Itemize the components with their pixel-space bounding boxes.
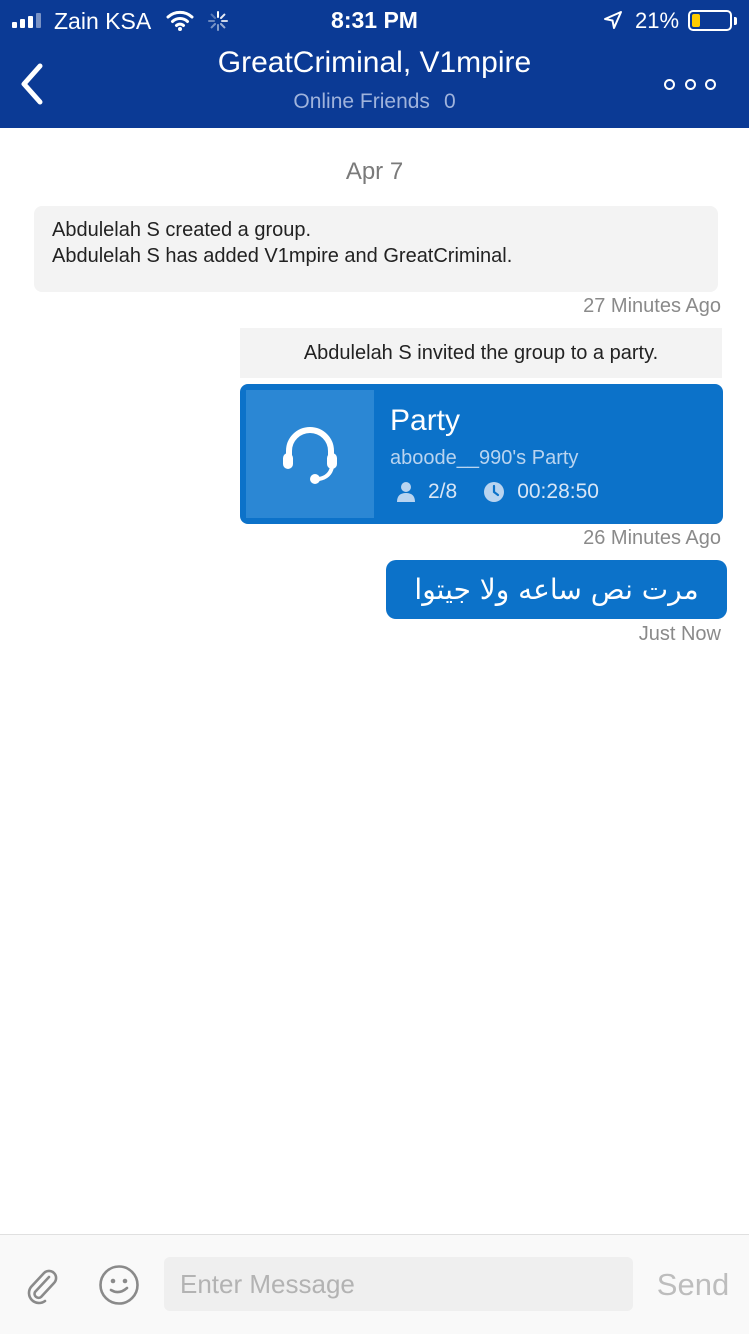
system-message-line: Abdulelah S has added V1mpire and GreatC… bbox=[52, 245, 513, 267]
headset-icon bbox=[283, 427, 337, 484]
party-thumbnail bbox=[246, 390, 374, 518]
online-friends-count: 0 bbox=[443, 90, 456, 113]
conversation-title: GreatCriminal, V1mpire bbox=[217, 46, 532, 79]
more-icon-dot bbox=[664, 78, 675, 90]
party-title: Party bbox=[390, 404, 461, 437]
outgoing-message: مرت نص ساعه ولا جيتوا bbox=[386, 560, 727, 619]
party-host: aboode__990's Party bbox=[390, 447, 579, 469]
emoji-button[interactable] bbox=[98, 1264, 140, 1306]
party-invite-note: Abdulelah S invited the group to a party… bbox=[240, 328, 722, 378]
more-button[interactable] bbox=[664, 74, 716, 94]
message-input[interactable] bbox=[164, 1257, 633, 1311]
battery-percent: 21% bbox=[635, 8, 680, 33]
chat-screen: Zain KSA 8:31 PM 21% GreatCriminal, V1mp… bbox=[0, 0, 749, 1334]
header: Zain KSA 8:31 PM 21% GreatCriminal, V1mp… bbox=[0, 0, 749, 128]
person-icon bbox=[397, 482, 415, 502]
more-icon-dot bbox=[684, 78, 696, 90]
online-friends-label: Online Friends bbox=[293, 90, 430, 113]
message-composer: Send bbox=[0, 1234, 749, 1334]
party-member-count: 2/8 bbox=[428, 480, 458, 503]
clock-icon bbox=[484, 482, 505, 502]
battery-fill bbox=[692, 14, 700, 27]
emoji-icon bbox=[99, 1265, 139, 1305]
message-timestamp: Just Now bbox=[638, 623, 721, 645]
attach-button[interactable] bbox=[20, 1263, 64, 1307]
online-friends: Online Friends 0 bbox=[0, 90, 749, 114]
party-duration: 00:28:50 bbox=[517, 480, 599, 503]
system-message: Abdulelah S created a group. Abdulelah S… bbox=[34, 206, 718, 292]
status-bar: Zain KSA 8:31 PM 21% bbox=[0, 0, 749, 40]
location-icon bbox=[604, 11, 622, 29]
more-icon-dot bbox=[705, 78, 716, 90]
party-meta: 2/8 00:28:50 bbox=[396, 480, 599, 504]
date-divider: Apr 7 bbox=[345, 158, 404, 185]
system-message-line: Abdulelah S created a group. bbox=[52, 219, 312, 241]
message-timestamp: 27 Minutes Ago bbox=[583, 295, 721, 317]
paperclip-icon bbox=[27, 1269, 58, 1305]
message-timestamp: 26 Minutes Ago bbox=[583, 527, 721, 549]
battery-icon bbox=[688, 10, 732, 31]
battery-cap bbox=[734, 17, 737, 25]
party-invite-card[interactable]: Party aboode__990's Party 2/8 00:28:50 bbox=[240, 384, 723, 524]
send-button[interactable]: Send bbox=[648, 1265, 738, 1305]
